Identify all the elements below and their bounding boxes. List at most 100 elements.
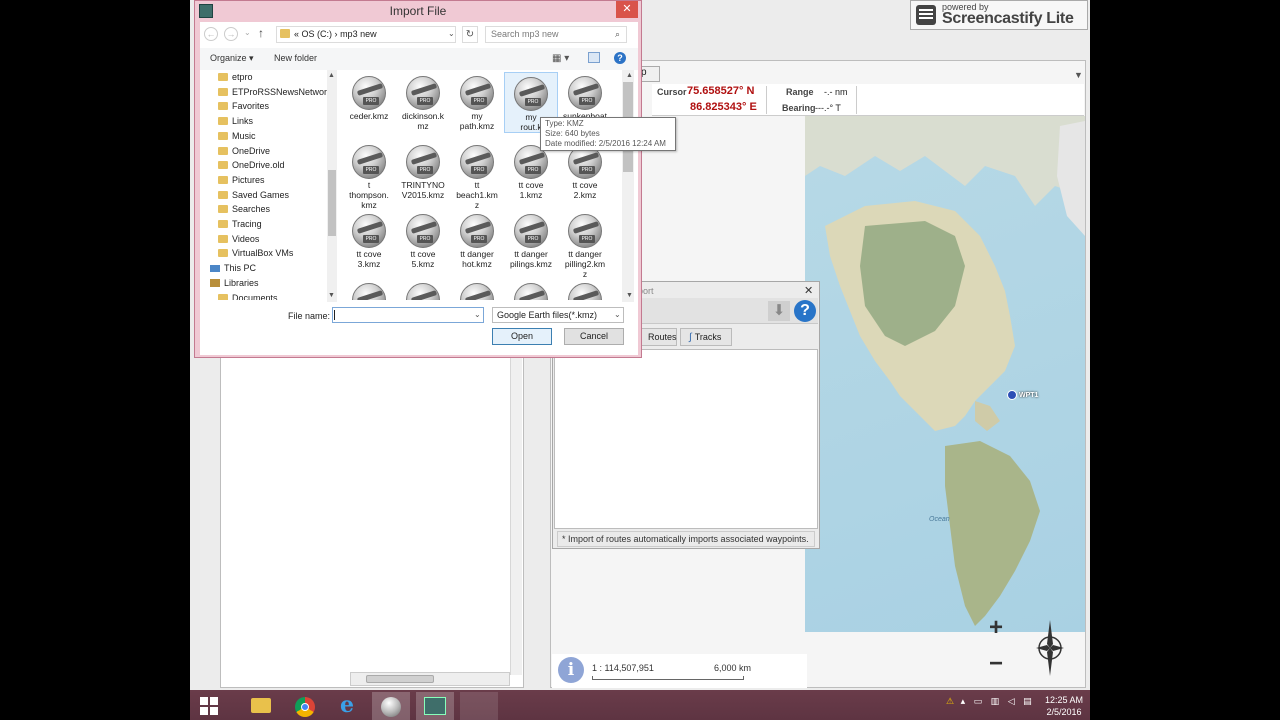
tree-item[interactable]: VirtualBox VMs bbox=[218, 246, 293, 260]
tree-item[interactable]: Videos bbox=[218, 232, 259, 246]
chrome-icon[interactable] bbox=[286, 692, 324, 720]
scroll-down-icon[interactable]: ▼ bbox=[328, 292, 335, 299]
folder-icon bbox=[218, 220, 228, 228]
refresh-button[interactable]: ↻ bbox=[462, 26, 478, 43]
organize-button[interactable]: Organize ▾ bbox=[210, 53, 254, 64]
scroll-up-icon[interactable]: ▲ bbox=[328, 72, 335, 79]
breadcrumb-mp3-new[interactable]: mp3 new bbox=[340, 29, 377, 39]
scroll-up-icon[interactable]: ▲ bbox=[626, 72, 633, 79]
file-item[interactable] bbox=[558, 279, 612, 300]
clock[interactable]: 12:25 AM 2/5/2016 bbox=[1042, 694, 1086, 718]
help-icon[interactable]: ? bbox=[614, 52, 626, 64]
compass-icon[interactable] bbox=[1034, 616, 1066, 682]
file-explorer-icon[interactable] bbox=[242, 692, 280, 720]
download-icon[interactable]: ⬇ bbox=[768, 301, 790, 321]
file-item[interactable] bbox=[450, 279, 504, 300]
up-button[interactable]: ↑ bbox=[258, 26, 264, 40]
file-type-select[interactable]: Google Earth files(*.kmz) bbox=[492, 307, 624, 323]
pane-dropdown-icon[interactable]: ▼ bbox=[1074, 70, 1084, 80]
zoom-in-button[interactable]: + bbox=[985, 616, 1007, 640]
file-item[interactable] bbox=[342, 279, 396, 300]
volume-icon[interactable]: ◁ bbox=[1008, 696, 1015, 706]
waypoint-marker-icon[interactable] bbox=[1007, 390, 1017, 400]
tree-item[interactable]: Music bbox=[218, 129, 256, 143]
breadcrumb-os[interactable]: OS (C:) bbox=[302, 29, 333, 39]
file-item[interactable]: ceder.kmz bbox=[342, 72, 396, 121]
tree-item[interactable]: Links bbox=[218, 114, 253, 128]
tree-item[interactable]: OneDrive.old bbox=[218, 158, 285, 172]
help-icon[interactable]: ? bbox=[794, 300, 816, 322]
search-icon: ⌕ bbox=[615, 29, 621, 39]
preview-pane-icon[interactable] bbox=[588, 52, 600, 63]
file-item[interactable]: sunkenboat bbox=[558, 72, 612, 121]
system-tray[interactable]: ⚠ ▴ ▭ ▥ ◁ ▤ bbox=[946, 696, 1032, 707]
tab-tracks[interactable]: ∫ Tracks bbox=[680, 328, 732, 346]
file-item[interactable] bbox=[504, 279, 558, 300]
folder-icon bbox=[218, 102, 228, 111]
battery-icon[interactable]: ▭ bbox=[974, 696, 983, 706]
file-name-input[interactable] bbox=[332, 307, 484, 323]
file-item[interactable]: ttbeach1.kmz bbox=[450, 141, 504, 210]
forward-button[interactable]: → bbox=[224, 27, 238, 41]
tree-item[interactable]: Documents bbox=[218, 291, 278, 300]
address-path[interactable]: « OS (C:) › mp3 new bbox=[294, 29, 377, 39]
internet-explorer-icon[interactable]: e bbox=[328, 692, 366, 720]
tree-item[interactable]: Saved Games bbox=[218, 188, 289, 202]
left-panel-scrollbar[interactable] bbox=[510, 355, 522, 675]
action-center-icon[interactable]: ▤ bbox=[1023, 696, 1032, 706]
tab-routes[interactable]: Routes bbox=[637, 328, 677, 346]
file-item[interactable]: tt dangerpilings.kmz bbox=[504, 210, 558, 269]
chevron-down-icon[interactable]: ⌄ bbox=[474, 310, 481, 319]
file-item[interactable]: tt cove3.kmz bbox=[342, 210, 396, 269]
import-note: * Import of routes automatically imports… bbox=[557, 531, 815, 547]
cancel-button[interactable]: Cancel bbox=[564, 328, 624, 345]
tree-item[interactable]: Pictures bbox=[218, 173, 265, 187]
file-item[interactable] bbox=[396, 279, 450, 300]
open-button[interactable]: Open bbox=[492, 328, 552, 345]
tree-item[interactable]: Searches bbox=[218, 202, 270, 216]
file-item[interactable]: dickinson.kmz bbox=[396, 72, 450, 131]
chevron-down-icon[interactable]: ⌄ bbox=[448, 29, 455, 38]
windows-start-icon[interactable] bbox=[200, 697, 218, 715]
world-map[interactable]: WPT1 Ocean bbox=[805, 116, 1085, 632]
horizontal-scroll-thumb[interactable] bbox=[366, 675, 434, 683]
file-item[interactable]: mypath.kmz bbox=[450, 72, 504, 131]
file-item[interactable]: tt cove5.kmz bbox=[396, 210, 450, 269]
tree-item[interactable]: etpro bbox=[218, 70, 253, 84]
scroll-down-icon[interactable]: ▼ bbox=[626, 292, 633, 299]
recent-locations-icon[interactable]: ⌄ bbox=[244, 28, 251, 37]
chevron-down-icon[interactable]: ⌄ bbox=[614, 310, 621, 319]
back-button[interactable]: ← bbox=[204, 27, 218, 41]
tree-item[interactable]: Favorites bbox=[218, 99, 269, 113]
left-panel bbox=[220, 355, 524, 688]
file-item[interactable]: tthompson.kmz bbox=[342, 141, 396, 210]
change-view-icon[interactable]: ▦ ▾ bbox=[552, 53, 569, 64]
zoom-out-button[interactable]: − bbox=[985, 652, 1007, 676]
tree-item[interactable]: ETProRSSNewsNetwork bbox=[218, 85, 328, 99]
file-name-label: tt cove bbox=[410, 249, 436, 259]
warning-icon[interactable]: ⚠ bbox=[946, 696, 954, 706]
info-icon[interactable]: i bbox=[558, 657, 584, 683]
new-folder-button[interactable]: New folder bbox=[274, 53, 317, 63]
dialog-close-button[interactable]: ✕ bbox=[616, 1, 638, 18]
file-item[interactable]: TRINTYNOV2015.kmz bbox=[396, 141, 450, 200]
search-input[interactable]: Search mp3 new bbox=[485, 26, 627, 43]
tree-item[interactable]: Tracing bbox=[218, 217, 262, 231]
close-icon[interactable]: ✕ bbox=[804, 284, 813, 297]
tree-item[interactable]: OneDrive bbox=[218, 144, 270, 158]
file-name-label: tt cove bbox=[518, 180, 544, 190]
network-icon[interactable]: ▥ bbox=[991, 696, 1000, 706]
kmz-file-icon bbox=[514, 283, 548, 300]
file-item[interactable]: tt dangerpilling2.kmz bbox=[558, 210, 612, 279]
tree-item-label: Libraries bbox=[224, 277, 259, 288]
chevron-up-icon[interactable]: ▴ bbox=[961, 696, 966, 706]
file-item[interactable]: tt dangerhot.kmz bbox=[450, 210, 504, 269]
google-earth-icon[interactable] bbox=[372, 692, 410, 720]
folder-icon bbox=[218, 131, 228, 140]
tree-item[interactable]: Libraries bbox=[210, 276, 259, 290]
tree-item-label: etpro bbox=[232, 72, 253, 82]
app-icon[interactable] bbox=[460, 692, 498, 720]
tree-scroll-thumb[interactable] bbox=[328, 170, 336, 236]
tree-item[interactable]: This PC bbox=[210, 261, 256, 275]
app-icon[interactable] bbox=[416, 692, 454, 720]
